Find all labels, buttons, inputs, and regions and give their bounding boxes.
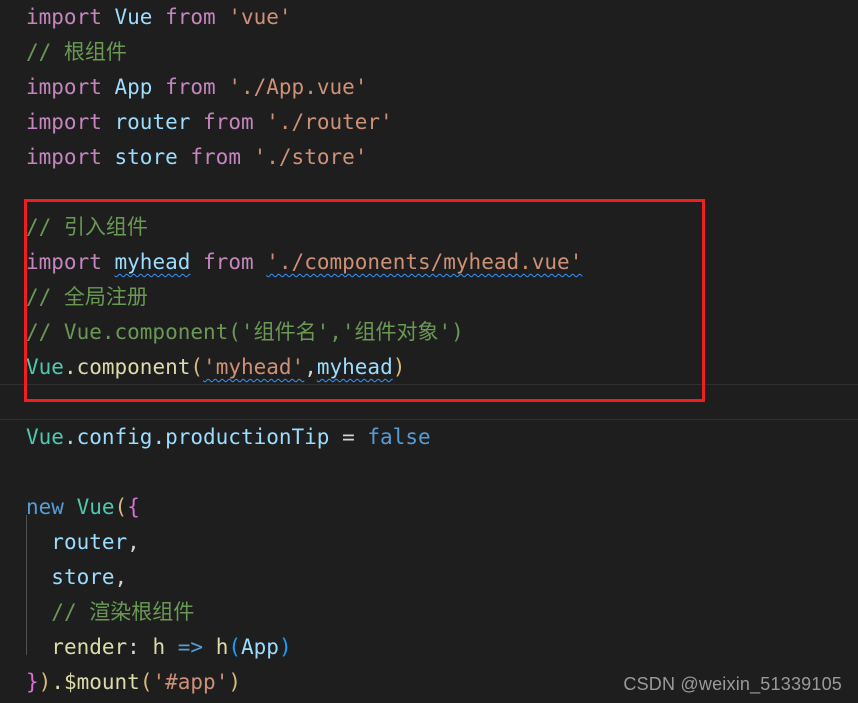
token-function-mount: .$mount — [51, 670, 140, 694]
code-line-4[interactable]: import router from './router' — [0, 105, 858, 140]
token-comment: // 渲染根组件 — [51, 600, 195, 624]
token-comma: , — [114, 565, 128, 589]
token-paren-open: ( — [190, 355, 204, 379]
code-line-17[interactable]: store, — [0, 560, 858, 595]
token-keyword-import: import — [26, 75, 102, 99]
code-line-8[interactable]: import myhead from './components/myhead.… — [0, 245, 858, 280]
token-keyword-import: import — [26, 145, 102, 169]
token-string-module: './store' — [253, 145, 368, 169]
token-arrow: => — [165, 635, 216, 659]
code-line-9[interactable]: // 全局注册 — [0, 280, 858, 315]
token-string-module: 'vue' — [228, 5, 292, 29]
code-line-3[interactable]: import App from './App.vue' — [0, 70, 858, 105]
token-function-h: h — [215, 635, 229, 659]
token-paren-close: ) — [38, 670, 52, 694]
token-function-component: component — [76, 355, 191, 379]
token-class-vue: Vue — [76, 495, 115, 519]
token-paren-close: ) — [278, 635, 292, 659]
token-comment: // 根组件 — [26, 40, 127, 64]
token-keyword-from: from — [165, 5, 216, 29]
token-identifier-myhead: myhead — [114, 250, 191, 274]
token-property-chain: .config.productionTip — [63, 425, 330, 449]
token-param-h: h — [152, 635, 166, 659]
token-keyword-from: from — [203, 110, 254, 134]
token-identifier-app: App — [241, 635, 279, 659]
token-string-module: './App.vue' — [228, 75, 368, 99]
code-line-15[interactable]: new Vue({ — [0, 490, 858, 525]
token-paren-open: ( — [139, 670, 153, 694]
token-brace-open: { — [127, 495, 140, 519]
token-comment: // Vue.component('组件名','组件对象') — [26, 320, 464, 344]
token-keyword-from: from — [190, 145, 241, 169]
code-line-18[interactable]: // 渲染根组件 — [0, 595, 858, 630]
token-paren-open: ( — [114, 495, 128, 519]
token-key-render: render — [51, 635, 128, 659]
token-comment: // 全局注册 — [26, 285, 148, 309]
code-line-7[interactable]: // 引入组件 — [0, 210, 858, 245]
token-identifier-router: router — [114, 110, 191, 134]
token-identifier-app: App — [114, 75, 153, 99]
token-comment: // 引入组件 — [26, 215, 148, 239]
token-keyword-import: import — [26, 110, 102, 134]
code-line-11[interactable]: Vue.component('myhead',myhead) — [0, 350, 858, 385]
code-line-13[interactable]: Vue.config.productionTip = false — [0, 420, 858, 455]
code-line-5[interactable]: import store from './store' — [0, 140, 858, 175]
token-comma: , — [127, 530, 140, 554]
code-line-2[interactable]: // 根组件 — [0, 35, 858, 70]
token-string-module: './components/myhead.vue' — [266, 250, 583, 274]
token-string-module: './router' — [266, 110, 393, 134]
token-string-selector: '#app' — [152, 670, 229, 694]
token-keyword-from: from — [165, 75, 216, 99]
code-line-19[interactable]: render: h => h(App) — [0, 630, 858, 665]
token-keyword-new: new — [26, 495, 64, 519]
csdn-watermark: CSDN @weixin_51339105 — [623, 674, 842, 694]
code-editor-surface[interactable]: import Vue from 'vue' // 根组件 import App … — [0, 0, 858, 703]
token-keyword-import: import — [26, 250, 102, 274]
code-line-6-blank[interactable] — [0, 175, 858, 210]
code-line-14-blank[interactable] — [0, 455, 858, 490]
code-line-16[interactable]: router, — [0, 525, 858, 560]
token-keyword-import: import — [26, 5, 102, 29]
code-line-1[interactable]: import Vue from 'vue' — [0, 0, 858, 35]
token-colon: : — [127, 635, 153, 659]
token-dot: . — [63, 355, 77, 379]
token-paren-close: ) — [392, 355, 406, 379]
code-line-10[interactable]: // Vue.component('组件名','组件对象') — [0, 315, 858, 350]
token-keyword-from: from — [203, 250, 254, 274]
token-equals: = — [329, 425, 368, 449]
token-paren-open: ( — [228, 635, 241, 659]
token-boolean-false: false — [367, 425, 431, 449]
token-identifier-store: store — [51, 565, 115, 589]
token-class-vue: Vue — [26, 425, 64, 449]
token-class-vue: Vue — [26, 355, 64, 379]
vscode-editor-screenshot: import Vue from 'vue' // 根组件 import App … — [0, 0, 858, 703]
indent-guide-line — [26, 515, 27, 655]
token-identifier-myhead: myhead — [316, 355, 393, 379]
token-comma: , — [304, 355, 317, 379]
token-identifier-router: router — [51, 530, 128, 554]
token-string-component-name: 'myhead' — [203, 355, 305, 379]
token-paren-close: ) — [228, 670, 241, 694]
token-identifier-vue: Vue — [114, 5, 153, 29]
token-identifier-store: store — [114, 145, 178, 169]
token-brace-close: } — [26, 670, 39, 694]
code-line-12-blank-current[interactable] — [0, 385, 858, 420]
